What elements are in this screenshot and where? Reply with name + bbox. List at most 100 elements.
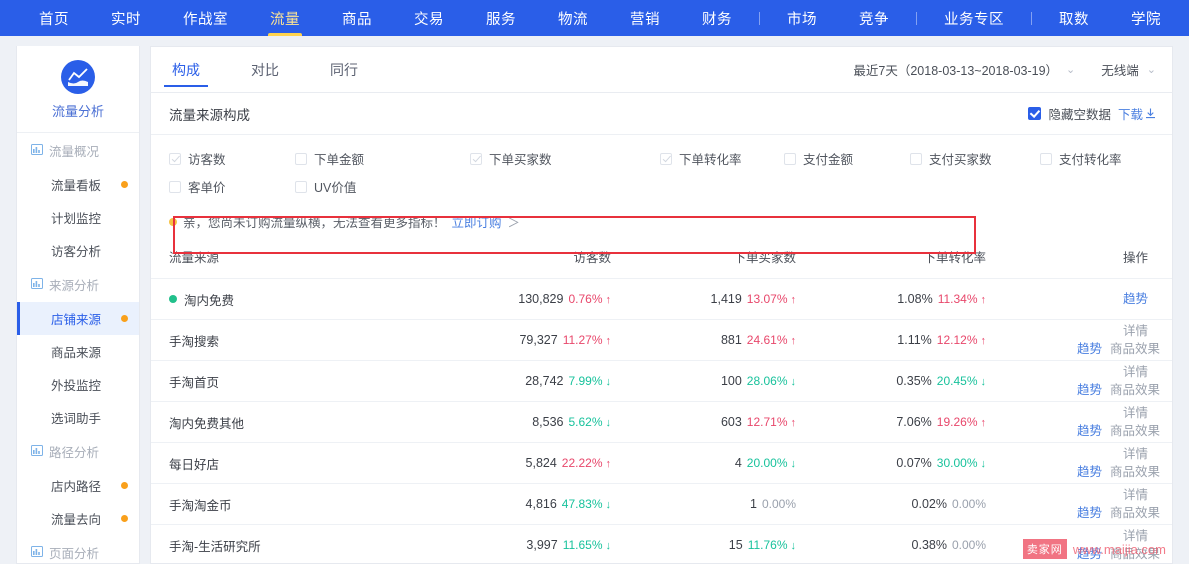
action-detail[interactable]: 详情 <box>1123 445 1160 463</box>
nav-item-业务专区[interactable]: 业务专区 <box>923 0 1025 36</box>
sidebar-item-商品来源[interactable]: 商品来源 <box>17 335 139 368</box>
order-conversion-change-pct: 19.26% <box>936 415 978 429</box>
tab-对比[interactable]: 对比 <box>248 46 282 93</box>
action-product-effect[interactable]: 商品效果 <box>1110 340 1160 358</box>
cell-actions: 详情趋势 商品效果 <box>986 360 1172 402</box>
order-buyers-value-wrap: 100 28.06% ↓ <box>721 374 796 388</box>
metric-checkbox-支付金额[interactable]: 支付金额 <box>784 149 910 168</box>
checkbox-icon[interactable] <box>660 152 672 165</box>
metric-checkbox-下单转化率[interactable]: 下单转化率 <box>660 149 784 168</box>
cell-order-buyers: 881 24.61% ↑ <box>611 319 796 361</box>
sidebar-item-店铺来源[interactable]: 店铺来源 <box>17 302 139 335</box>
sidebar-item-label: 外投监控 <box>50 379 101 393</box>
sidebar-item-外投监控[interactable]: 外投监控 <box>17 368 139 401</box>
action-trend[interactable]: 趋势 <box>1077 381 1102 399</box>
cell-source-name: 淘内免费其他 <box>151 401 446 443</box>
nav-item-首页[interactable]: 首页 <box>18 0 90 36</box>
source-name-label: 淘内免费其他 <box>169 416 245 431</box>
order-conversion-value-wrap: 0.38% 0.00% <box>912 538 986 552</box>
nav-item-商品[interactable]: 商品 <box>321 0 393 36</box>
action-trend[interactable]: 趋势 <box>1123 290 1160 308</box>
order-conversion-value: 1.11% <box>897 333 932 347</box>
subscribe-link[interactable]: 立即订购 <box>452 212 502 231</box>
action-product-effect[interactable]: 商品效果 <box>1110 463 1160 481</box>
nav-item-实时[interactable]: 实时 <box>90 0 162 36</box>
checkbox-icon[interactable] <box>295 180 307 193</box>
table-row[interactable]: 每日好店 5,824 22.22% ↑ 4 20.00% ↓ 0.07% 30.00% ↓ 详情 趋势… <box>151 442 1172 484</box>
metric-checkbox-下单买家数[interactable]: 下单买家数 <box>470 149 660 168</box>
nav-item-市场[interactable]: 市场 <box>766 0 838 36</box>
table-row[interactable]: 淘内免费 130,829 0.76% ↑ 1,419 13.07% ↑ 1.08% 11.34%… <box>151 278 1172 320</box>
arrow-down-icon: ↓ <box>980 376 987 388</box>
action-trend[interactable]: 趋势 <box>1077 463 1102 481</box>
action-trend[interactable]: 趋势 <box>1077 422 1102 440</box>
action-detail[interactable]: 详情 <box>1123 404 1160 422</box>
checkbox-icon[interactable] <box>784 152 796 165</box>
status-dot-icon <box>169 295 177 303</box>
tab-构成[interactable]: 构成 <box>164 46 208 93</box>
terminal-selector[interactable]: 无线端 ⌄ <box>1101 60 1156 79</box>
cell-visitors: 28,742 7.99% ↓ <box>446 360 611 402</box>
nav-item-学院[interactable]: 学院 <box>1110 0 1182 36</box>
nav-item-作战室[interactable]: 作战室 <box>162 0 249 36</box>
table-row[interactable]: 手淘-生活研究所 3,997 11.65% ↓ 15 11.76% ↓ 0.38% 0.00% 详… <box>151 524 1172 563</box>
action-product-effect[interactable]: 商品效果 <box>1110 422 1160 440</box>
source-name-wrap: 手淘首页 <box>169 372 446 391</box>
action-trend[interactable]: 趋势 <box>1077 504 1102 522</box>
action-detail[interactable]: 详情 <box>1123 322 1160 340</box>
metric-checkbox-客单价[interactable]: 客单价 <box>169 177 295 196</box>
metric-checkbox-下单金额[interactable]: 下单金额 <box>295 149 470 168</box>
order-conversion-change-pct: 30.00% <box>936 456 978 470</box>
nav-item-取数[interactable]: 取数 <box>1038 0 1110 36</box>
cell-order-conversion: 1.11% 12.12% ↑ <box>796 319 986 361</box>
date-range-value: 最近7天（2018-03-13~2018-03-19） <box>853 64 1059 78</box>
metric-checkbox-支付买家数[interactable]: 支付买家数 <box>910 149 1040 168</box>
nav-item-营销[interactable]: 营销 <box>609 0 681 36</box>
sidebar-group-label: 流量概况 <box>49 145 100 159</box>
date-range-selector[interactable]: 最近7天（2018-03-13~2018-03-19） ⌄ <box>853 60 1075 79</box>
tab-同行[interactable]: 同行 <box>327 46 361 93</box>
metric-checkbox-支付转化率[interactable]: 支付转化率 <box>1040 149 1154 168</box>
sidebar-item-流量去向[interactable]: 流量去向 <box>17 502 139 535</box>
table-row[interactable]: 手淘首页 28,742 7.99% ↓ 100 28.06% ↓ 0.35% 20.45% ↓ 详情… <box>151 360 1172 402</box>
sidebar-group-来源分析: 来源分析 <box>17 267 139 302</box>
sidebar-app-header: 流量分析 <box>17 46 139 133</box>
column-header-操作: 操作 <box>1122 251 1148 265</box>
checkbox-icon[interactable] <box>470 152 482 165</box>
nav-item-财务[interactable]: 财务 <box>681 0 753 36</box>
metric-checkbox-访客数[interactable]: 访客数 <box>169 149 295 168</box>
sidebar-item-label: 访客分析 <box>50 245 101 259</box>
nav-item-物流[interactable]: 物流 <box>537 0 609 36</box>
sidebar-item-计划监控[interactable]: 计划监控 <box>17 201 139 234</box>
table-row[interactable]: 手淘搜索 79,327 11.27% ↑ 881 24.61% ↑ 1.11% 12.12% ↑ 详… <box>151 319 1172 361</box>
checkbox-icon[interactable] <box>1040 152 1052 165</box>
cell-order-conversion: 0.35% 20.45% ↓ <box>796 360 987 402</box>
cell-order-buyers: 4 20.00% ↓ <box>611 442 796 484</box>
action-product-effect[interactable]: 商品效果 <box>1110 504 1160 522</box>
table-row[interactable]: 淘内免费其他 8,536 5.62% ↓ 603 12.71% ↑ 7.06% 19.26% ↑ 详… <box>151 401 1172 443</box>
metric-checkbox-UV价值[interactable]: UV价值 <box>295 177 470 196</box>
sidebar-item-流量看板[interactable]: 流量看板 <box>17 168 139 201</box>
action-product-effect[interactable]: 商品效果 <box>1110 381 1160 399</box>
checkbox-icon[interactable] <box>169 180 181 193</box>
checkbox-icon[interactable] <box>910 152 922 165</box>
nav-item-流量[interactable]: 流量 <box>249 0 321 36</box>
nav-item-服务[interactable]: 服务 <box>465 0 537 36</box>
action-trend[interactable]: 趋势 <box>1077 340 1102 358</box>
table-row[interactable]: 手淘淘金币 4,816 47.83% ↓ 1 0.00% 0.02% 0.00% 详情 趋势 商品效… <box>151 483 1172 525</box>
download-button[interactable]: 下载 <box>1118 104 1156 123</box>
nav-item-交易[interactable]: 交易 <box>393 0 465 36</box>
action-detail[interactable]: 详情 <box>1123 363 1160 381</box>
sidebar-item-访客分析[interactable]: 访客分析 <box>17 234 139 267</box>
action-detail[interactable]: 详情 <box>1123 486 1160 504</box>
cell-actions: 详情趋势 商品效果 <box>986 483 1172 525</box>
sidebar-group-页面分析: 页面分析 <box>17 535 139 563</box>
new-badge-dot-icon <box>121 315 128 322</box>
nav-item-竞争[interactable]: 竞争 <box>838 0 910 36</box>
sidebar-item-选词助手[interactable]: 选词助手 <box>17 401 139 434</box>
source-name-label: 每日好店 <box>169 457 220 472</box>
sidebar-item-店内路径[interactable]: 店内路径 <box>17 469 139 502</box>
checkbox-icon[interactable] <box>295 152 307 165</box>
hide-empty-checkbox[interactable] <box>1028 107 1042 120</box>
checkbox-icon[interactable] <box>169 152 181 165</box>
